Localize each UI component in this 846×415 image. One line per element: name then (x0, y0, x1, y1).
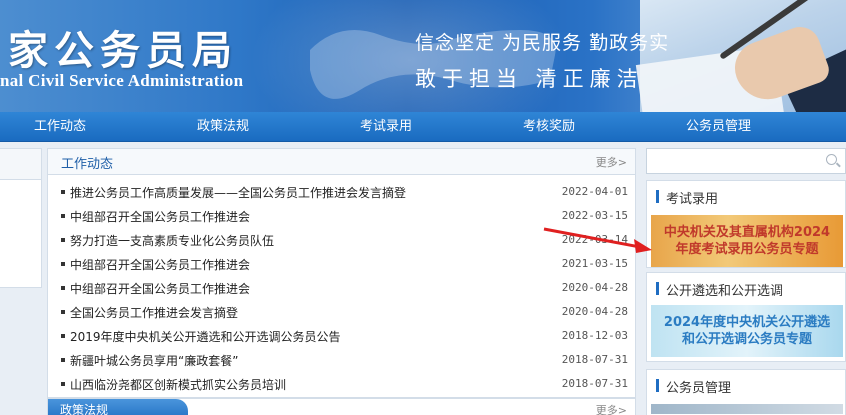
news-item-title[interactable]: 推进公务员工作高质量发展——全国公务员工作推进会发言摘登 (70, 184, 406, 201)
section-marker (656, 282, 659, 295)
management-thumbnail[interactable] (651, 404, 843, 414)
policy-panel-tab[interactable]: 政策法规 (48, 399, 188, 415)
bullet-icon (61, 190, 65, 194)
news-item[interactable]: 中组部召开全国公务员工作推进会 2020-04-28 (48, 276, 635, 300)
exam-promo-line1: 中央机关及其直属机构2024 (663, 225, 831, 240)
news-more-link[interactable]: 更多> (596, 154, 627, 170)
left-panel-stub (0, 148, 42, 288)
news-item-title[interactable]: 2019年度中央机关公开遴选和公开选调公务员公告 (70, 328, 341, 345)
news-list: 推进公务员工作高质量发展——全国公务员工作推进会发言摘登 2022-04-01 … (48, 180, 635, 396)
policy-panel-title[interactable]: 政策法规 (60, 401, 108, 415)
selection-box-header: 公开遴选和公开选调 (647, 273, 845, 303)
nav-item-exam[interactable]: 考试录用 (360, 112, 412, 142)
news-item-date: 2020-04-28 (561, 281, 628, 294)
news-item-date: 2018-12-03 (561, 329, 628, 342)
main-nav: 工作动态 政策法规 考试录用 考核奖励 公务员管理 (0, 112, 846, 142)
management-box-header: 公务员管理 (647, 370, 845, 400)
left-panel-header (0, 149, 41, 180)
exam-promo-line2: 年度考试录用公务员专题 (675, 242, 819, 257)
policy-more-link[interactable]: 更多> (596, 402, 627, 415)
exam-box: 考试录用 中央机关及其直属机构2024 年度考试录用公务员专题 (646, 180, 846, 268)
news-item-date: 2022-03-15 (561, 209, 628, 222)
bullet-icon (61, 286, 65, 290)
bullet-icon (61, 334, 65, 338)
news-item-date: 2020-04-28 (561, 305, 628, 318)
news-item-title[interactable]: 中组部召开全国公务员工作推进会 (70, 280, 250, 297)
slogan-bottom: 敢于担当 清正廉洁 (415, 67, 644, 91)
exam-box-header: 考试录用 (647, 181, 845, 211)
news-item-title[interactable]: 全国公务员工作推进会发言摘登 (70, 304, 238, 321)
bullet-icon (61, 262, 65, 266)
selection-box-title[interactable]: 公开遴选和公开选调 (666, 280, 783, 299)
nav-item-civil-servant-mgmt[interactable]: 公务员管理 (686, 112, 751, 142)
bullet-icon (61, 358, 65, 362)
selection-box: 公开遴选和公开选调 2024年度中央机关公开遴选 和公开选调公务员专题 (646, 272, 846, 362)
news-panel-title[interactable]: 工作动态 (61, 153, 113, 172)
banner-photo-writing-hand (635, 0, 846, 112)
news-panel: 工作动态 更多> 推进公务员工作高质量发展——全国公务员工作推进会发言摘登 20… (47, 148, 636, 398)
nav-item-work-news[interactable]: 工作动态 (34, 112, 86, 142)
news-item-date: 2018-07-31 (561, 353, 628, 366)
bullet-icon (61, 238, 65, 242)
bullet-icon (61, 214, 65, 218)
site-title: 家公务员局 (8, 27, 238, 74)
news-item[interactable]: 推进公务员工作高质量发展——全国公务员工作推进会发言摘登 2022-04-01 (48, 180, 635, 204)
news-item-date: 2022-04-01 (561, 185, 628, 198)
news-item-title[interactable]: 山西临汾尧都区创新模式抓实公务员培训 (70, 376, 286, 393)
search-icon[interactable] (826, 154, 837, 165)
management-box-title[interactable]: 公务员管理 (666, 377, 731, 396)
management-box: 公务员管理 (646, 369, 846, 415)
news-item-date: 2021-03-15 (561, 257, 628, 270)
search-input[interactable] (646, 148, 846, 174)
news-item[interactable]: 2019年度中央机关公开遴选和公开选调公务员公告 2018-12-03 (48, 324, 635, 348)
news-item-title[interactable]: 中组部召开全国公务员工作推进会 (70, 256, 250, 273)
news-item[interactable]: 中组部召开全国公务员工作推进会 2021-03-15 (48, 252, 635, 276)
slogan-top: 信念坚定 为民服务 勤政务实 (415, 32, 670, 54)
news-item[interactable]: 山西临汾尧都区创新模式抓实公务员培训 2018-07-31 (48, 372, 635, 396)
red-arrow-annotation (543, 227, 652, 253)
news-item-date: 2018-07-31 (561, 377, 628, 390)
nav-item-policy[interactable]: 政策法规 (197, 112, 249, 142)
news-panel-header: 工作动态 更多> (48, 149, 635, 175)
bullet-icon (61, 382, 65, 386)
site-subtitle: nal Civil Service Administration (0, 71, 244, 90)
header-banner: 家公务员局 nal Civil Service Administration 信… (0, 0, 846, 112)
nav-item-assessment[interactable]: 考核奖励 (523, 112, 575, 142)
news-item[interactable]: 新疆叶城公务员享用“廉政套餐” 2018-07-31 (48, 348, 635, 372)
news-item-title[interactable]: 中组部召开全国公务员工作推进会 (70, 208, 250, 225)
policy-panel: 政策法规 更多> (47, 398, 636, 415)
section-marker (656, 379, 659, 392)
news-item-title[interactable]: 新疆叶城公务员享用“廉政套餐” (70, 352, 238, 369)
selection-promo-line1: 2024年度中央机关公开遴选 (663, 315, 831, 330)
bullet-icon (61, 310, 65, 314)
exam-box-title[interactable]: 考试录用 (666, 188, 718, 207)
selection-promo-banner[interactable]: 2024年度中央机关公开遴选 和公开选调公务员专题 (651, 305, 843, 357)
news-item[interactable]: 全国公务员工作推进会发言摘登 2020-04-28 (48, 300, 635, 324)
news-item-title[interactable]: 努力打造一支高素质专业化公务员队伍 (70, 232, 274, 249)
exam-promo-banner[interactable]: 中央机关及其直属机构2024 年度考试录用公务员专题 (651, 215, 843, 267)
section-marker (656, 190, 659, 203)
selection-promo-line2: 和公开选调公务员专题 (681, 332, 812, 347)
